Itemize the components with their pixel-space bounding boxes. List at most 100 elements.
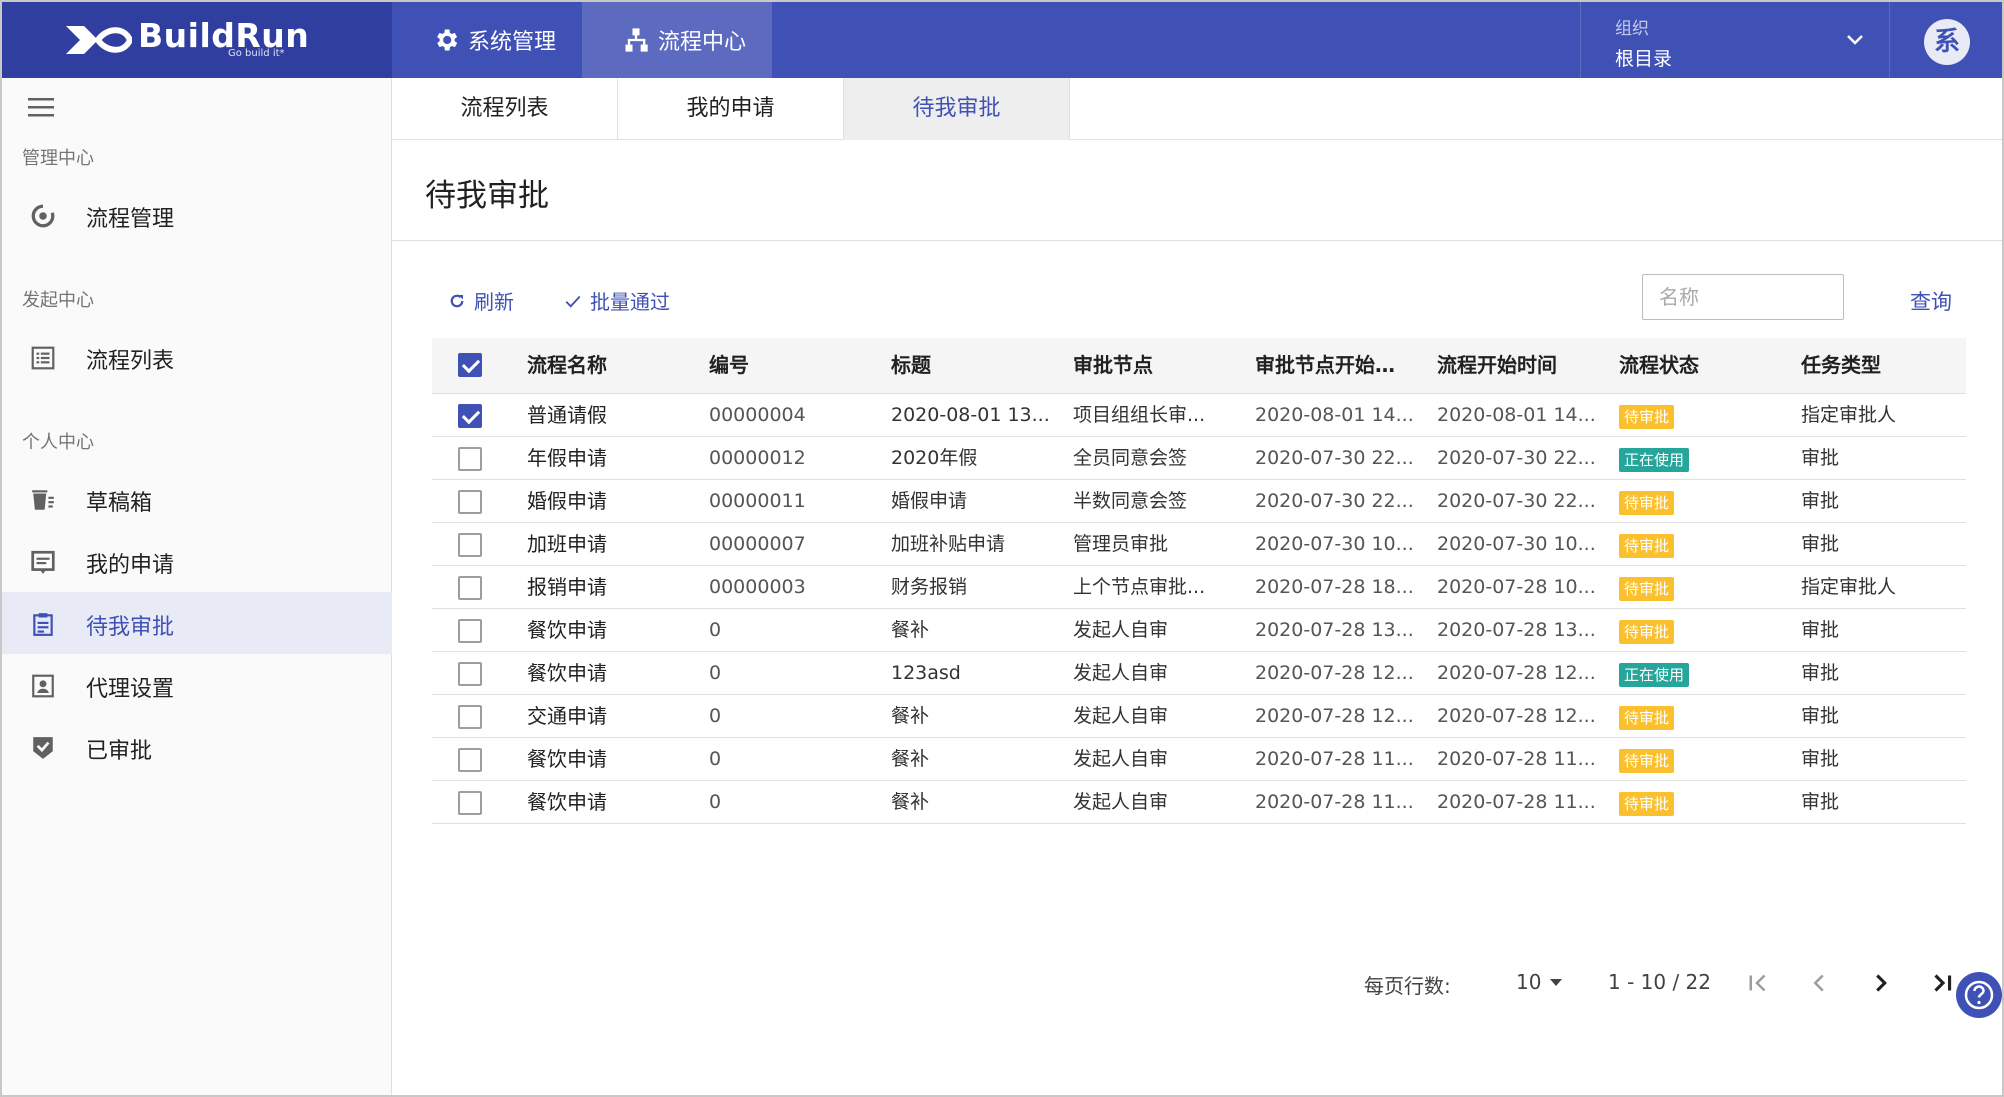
table-cell-title: 餐补 xyxy=(891,791,930,813)
batch-approve-button[interactable]: 批量通过 xyxy=(564,286,670,315)
column-header[interactable]: 标题 xyxy=(891,338,931,393)
sidebar-item-pending-approval[interactable]: 待我审批 xyxy=(2,592,392,654)
row-checkbox[interactable] xyxy=(458,748,482,772)
tab-my-applications[interactable]: 我的申请 xyxy=(618,78,844,140)
top-bar: BuildRun Go build it* 系统管理 流程中心 组织 根目录 系 xyxy=(2,2,2002,78)
next-page-icon[interactable] xyxy=(1866,968,1896,998)
table-header: 流程名称 编号 标题 审批节点 审批节点开始… 流程开始时间 流程状态 任务类型 xyxy=(432,338,1966,394)
sidebar-item-approved[interactable]: 已审批 xyxy=(2,716,392,778)
gear-icon xyxy=(437,29,458,51)
column-header[interactable]: 审批节点开始… xyxy=(1255,338,1395,393)
row-checkbox[interactable] xyxy=(458,791,482,815)
select-all-checkbox[interactable] xyxy=(458,353,482,377)
row-checkbox[interactable] xyxy=(458,404,482,428)
column-header[interactable]: 编号 xyxy=(709,338,749,393)
help-button[interactable] xyxy=(1956,972,2002,1018)
sub-tabs: 流程列表 我的申请 待我审批 xyxy=(392,78,2002,140)
table-row[interactable]: 餐饮申请 0 餐补 发起人自审 2020-07-28 13... 2020-07-28 1… xyxy=(432,609,1966,652)
row-checkbox[interactable] xyxy=(458,576,482,600)
table-cell-node-start: 2020-07-28 12... xyxy=(1255,662,1414,684)
table-cell-title: 2020-08-01 13... xyxy=(891,404,1050,426)
last-page-icon[interactable] xyxy=(1928,968,1958,998)
table-cell-type: 审批 xyxy=(1801,705,1840,727)
table-cell-start: 2020-07-30 10... xyxy=(1437,533,1596,555)
table-cell-node-start: 2020-07-30 22... xyxy=(1255,447,1414,469)
table-row[interactable]: 交通申请 0 餐补 发起人自审 2020-07-28 12... 2020-07-28 1… xyxy=(432,695,1966,738)
row-checkbox[interactable] xyxy=(458,705,482,729)
row-checkbox[interactable] xyxy=(458,447,482,471)
org-value: 根目录 xyxy=(1615,48,1673,70)
table-row[interactable]: 加班申请 00000007 加班补贴申请 管理员审批 2020-07-30 10... 2… xyxy=(432,523,1966,566)
caret-down-icon[interactable] xyxy=(1550,979,1562,986)
row-checkbox[interactable] xyxy=(458,533,482,557)
column-header[interactable]: 任务类型 xyxy=(1801,338,1881,393)
sidebar-item-proxy-settings[interactable]: 代理设置 xyxy=(2,654,392,716)
table-cell-no: 0 xyxy=(709,748,722,770)
table-cell-no: 00000007 xyxy=(709,533,806,555)
table-cell-node: 上个节点审批... xyxy=(1073,576,1206,598)
org-selector[interactable]: 组织 根目录 xyxy=(1580,2,1890,78)
row-checkbox[interactable] xyxy=(458,662,482,686)
chevron-down-icon xyxy=(1847,35,1863,45)
table-row[interactable]: 婚假申请 00000011 婚假申请 半数同意会签 2020-07-30 22... 20… xyxy=(432,480,1966,523)
section-label-launch: 发起中心 xyxy=(22,290,94,311)
avatar[interactable]: 系 xyxy=(1924,19,1970,65)
row-checkbox[interactable] xyxy=(458,490,482,514)
table-cell-title: 餐补 xyxy=(891,705,930,727)
sidebar-item-my-applications[interactable]: 我的申请 xyxy=(2,530,392,592)
first-page-icon[interactable] xyxy=(1742,968,1772,998)
table-cell-name: 餐饮申请 xyxy=(527,661,607,685)
sidebar-item-drafts[interactable]: 草稿箱 xyxy=(2,468,392,530)
table-cell-type: 审批 xyxy=(1801,662,1840,684)
tab-process-list[interactable]: 流程列表 xyxy=(392,78,618,140)
table-cell-title: 财务报销 xyxy=(891,576,968,598)
topnav-process-center[interactable]: 流程中心 xyxy=(582,2,772,78)
contact-icon xyxy=(32,674,54,698)
table-cell-title: 2020年假 xyxy=(891,447,978,469)
status-badge: 待审批 xyxy=(1619,792,1675,816)
topnav-label: 系统管理 xyxy=(468,30,557,55)
table-cell-name: 普通请假 xyxy=(527,403,607,427)
section-label-management: 管理中心 xyxy=(22,148,94,169)
table-row[interactable]: 报销申请 00000003 财务报销 上个节点审批... 2020-07-28 18..… xyxy=(432,566,1966,609)
table-cell-start: 2020-08-01 14... xyxy=(1437,404,1596,426)
column-header[interactable]: 流程开始时间 xyxy=(1437,338,1557,393)
table-cell-title: 婚假申请 xyxy=(891,490,968,512)
sidebar: 管理中心 流程管理 发起中心 流程列表 个人中心 草稿箱 我的申请 待我审批 代… xyxy=(2,78,392,1095)
table-cell-type: 审批 xyxy=(1801,791,1840,813)
query-button[interactable]: 查询 xyxy=(1910,286,1952,316)
rows-per-page-label: 每页行数: xyxy=(1364,974,1451,998)
menu-icon[interactable] xyxy=(28,96,54,118)
column-header[interactable]: 流程状态 xyxy=(1619,338,1699,393)
table-cell-type: 指定审批人 xyxy=(1801,576,1897,598)
status-badge: 待审批 xyxy=(1619,405,1675,429)
table-row[interactable]: 年假申请 00000012 2020年假 全员同意会签 2020-07-30 22...… xyxy=(432,437,1966,480)
sidebar-item-label: 已审批 xyxy=(86,739,153,764)
sidebar-item-label: 草稿箱 xyxy=(86,491,153,516)
table-cell-node: 发起人自审 xyxy=(1073,662,1169,684)
search-input[interactable] xyxy=(1642,274,1844,320)
rows-per-page-select[interactable]: 10 xyxy=(1516,970,1541,994)
table-cell-name: 加班申请 xyxy=(527,532,607,556)
logo[interactable]: BuildRun Go build it* xyxy=(2,2,392,78)
topnav-system-management[interactable]: 系统管理 xyxy=(392,2,582,78)
sidebar-item-process-list[interactable]: 流程列表 xyxy=(2,326,392,388)
previous-page-icon[interactable] xyxy=(1804,968,1834,998)
refresh-button[interactable]: 刷新 xyxy=(448,286,514,315)
column-header[interactable]: 审批节点 xyxy=(1073,338,1153,393)
table-row[interactable]: 餐饮申请 0 餐补 发起人自审 2020-07-28 11... 2020-07-28 1… xyxy=(432,738,1966,781)
sidebar-item-workflow-management[interactable]: 流程管理 xyxy=(2,184,392,246)
clipboard-icon xyxy=(33,613,53,636)
page-title: 待我审批 xyxy=(425,178,549,214)
table-row[interactable]: 餐饮申请 0 123asd 发起人自审 2020-07-28 12... 2020-07-… xyxy=(432,652,1966,695)
column-header[interactable]: 流程名称 xyxy=(527,338,607,393)
batch-approve-label: 批量通过 xyxy=(590,290,670,314)
table-cell-node-start: 2020-08-01 14... xyxy=(1255,404,1414,426)
table-row[interactable]: 普通请假 00000004 2020-08-01 13... 项目组组长审... 202… xyxy=(432,394,1966,437)
table-row[interactable]: 餐饮申请 0 餐补 发起人自审 2020-07-28 11... 2020-07-28 1… xyxy=(432,781,1966,824)
tab-pending-approval[interactable]: 待我审批 xyxy=(844,78,1070,140)
table-cell-node: 管理员审批 xyxy=(1073,533,1169,555)
status-badge: 待审批 xyxy=(1619,491,1675,515)
row-checkbox[interactable] xyxy=(458,619,482,643)
table-cell-type: 审批 xyxy=(1801,619,1840,641)
